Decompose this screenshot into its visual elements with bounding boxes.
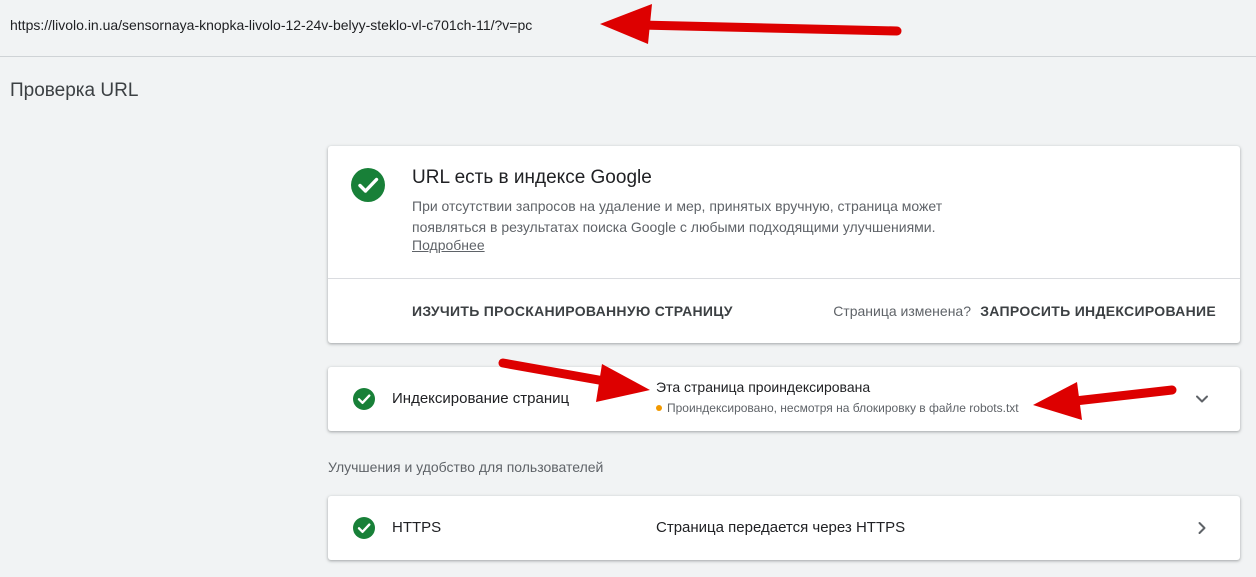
inspected-url: https://livolo.in.ua/sensornaya-knopka-l… bbox=[10, 17, 533, 33]
url-bar: https://livolo.in.ua/sensornaya-knopka-l… bbox=[0, 0, 1256, 57]
request-indexing-button[interactable]: ЗАПРОСИТЬ ИНДЕКСИРОВАНИЕ bbox=[980, 303, 1216, 319]
index-status-title: URL есть в индексе Google bbox=[412, 167, 652, 188]
page-title: Проверка URL bbox=[10, 80, 139, 101]
inspect-crawled-page-button[interactable]: ИЗУЧИТЬ ПРОСКАНИРОВАННУЮ СТРАНИЦУ bbox=[412, 303, 733, 319]
chevron-down-icon[interactable] bbox=[1192, 389, 1212, 409]
warning-dot-icon bbox=[656, 404, 662, 411]
chevron-right-icon[interactable] bbox=[1192, 518, 1212, 538]
page-indexing-row[interactable]: Индексирование страниц Эта страница прои… bbox=[328, 367, 1240, 431]
check-circle-icon bbox=[351, 168, 385, 202]
page-indexing-label: Индексирование страниц bbox=[392, 390, 570, 407]
index-status-card: URL есть в индексе Google При отсутствии… bbox=[328, 146, 1240, 343]
https-status: Страница передается через HTTPS bbox=[656, 519, 906, 536]
indexing-status: Эта страница проиндексирована bbox=[656, 379, 871, 395]
indexing-detail: Проиндексировано, несмотря на блокировку… bbox=[656, 401, 1019, 415]
card-divider bbox=[328, 278, 1240, 279]
index-status-description: При отсутствии запросов на удаление и ме… bbox=[412, 198, 943, 235]
page-changed-question: Страница изменена? bbox=[833, 303, 971, 319]
check-circle-icon bbox=[353, 388, 375, 410]
enhancements-header: Улучшения и удобство для пользователей bbox=[328, 459, 604, 475]
https-row[interactable]: HTTPS Страница передается через HTTPS bbox=[328, 496, 1240, 560]
check-circle-icon bbox=[353, 517, 375, 539]
learn-more-link[interactable]: Подробнее bbox=[412, 237, 485, 253]
indexing-detail-text: Проиндексировано, несмотря на блокировку… bbox=[667, 401, 1019, 415]
https-label: HTTPS bbox=[392, 519, 442, 536]
